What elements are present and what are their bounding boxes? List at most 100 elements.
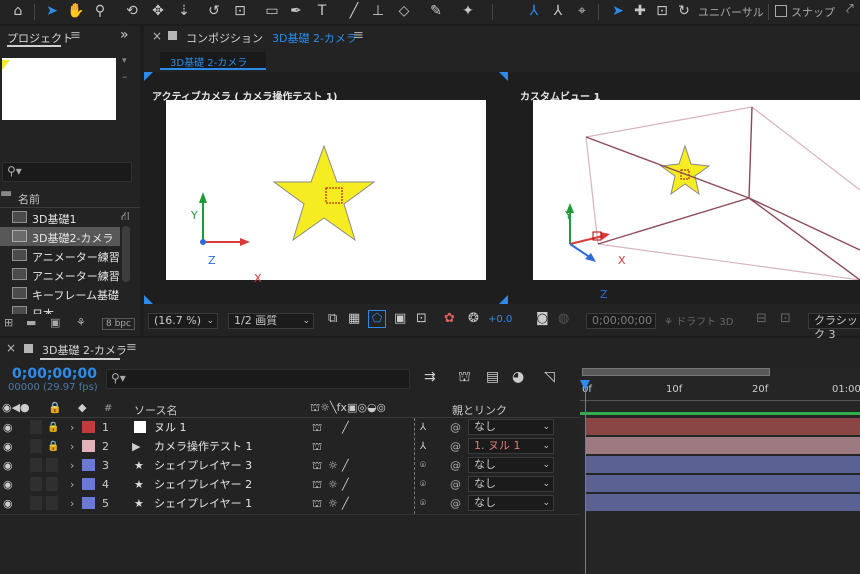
- expand-chevron-icon[interactable]: ›: [70, 418, 74, 437]
- expand-chevron-icon[interactable]: ›: [70, 475, 74, 494]
- label-color[interactable]: [82, 459, 95, 471]
- extended-viewer-icon[interactable]: ⊟: [756, 311, 767, 326]
- column-name[interactable]: 名前: [18, 191, 40, 207]
- solo-box[interactable]: [30, 420, 42, 434]
- project-item[interactable]: アニメーター練習: [0, 246, 140, 265]
- rotate-tool-icon[interactable]: ↺: [204, 2, 224, 20]
- comp-sub-tab[interactable]: 3D基礎 2-カメラ: [160, 52, 266, 70]
- project-search-input[interactable]: ⚲▾: [2, 162, 132, 182]
- scale-mode-icon[interactable]: ⊡: [652, 2, 672, 20]
- label-color[interactable]: [82, 440, 95, 452]
- selection-tool-icon[interactable]: ➤: [42, 2, 62, 20]
- panel-menu-icon[interactable]: ≡: [353, 28, 364, 43]
- composition-mini-flowchart-icon[interactable]: ⇉: [424, 369, 436, 385]
- shy-icon[interactable]: ⛫: [312, 475, 322, 494]
- project-panel-title[interactable]: プロジェクト: [7, 30, 73, 46]
- lock-icon[interactable]: 🔒: [47, 437, 59, 456]
- selection-mode-icon[interactable]: ➤: [608, 2, 628, 20]
- 3d-layer-icon[interactable]: ⅄: [420, 437, 426, 456]
- playhead-line[interactable]: [585, 388, 586, 574]
- draft-3d-toggle[interactable]: ⚘ ドラフト 3D: [664, 313, 733, 328]
- layer-name[interactable]: ヌル 1: [154, 418, 187, 437]
- world-axis-icon[interactable]: ⅄: [548, 2, 568, 20]
- timeline-timecode[interactable]: 0;00;00;00: [12, 366, 97, 382]
- quality-switch-icon[interactable]: ╱: [342, 418, 349, 437]
- time-ruler[interactable]: 0f 10f 20f 01:00f: [582, 378, 860, 400]
- lock-box[interactable]: [46, 496, 58, 510]
- project-scrollbar[interactable]: [122, 226, 130, 282]
- 3d-layer-icon[interactable]: ⌾: [420, 494, 426, 513]
- pick-whip-icon[interactable]: @: [450, 418, 461, 437]
- hand-tool-icon[interactable]: ✋: [66, 2, 86, 20]
- rectangle-tool-icon[interactable]: ▭: [262, 2, 282, 20]
- move-mode-icon[interactable]: ✚: [630, 2, 650, 20]
- resolution-dropdown[interactable]: 1/2 画質 ⌄: [228, 313, 314, 329]
- layer-row[interactable]: ◉ › 3 ★ シェイプレイヤー 3 ⛫ ☼ ╱ ⌾ @ なし ⌄: [0, 456, 580, 475]
- lock-icon[interactable]: 🔒: [47, 418, 59, 437]
- timeline-track-area[interactable]: 0f 10f 20f 01:00f: [580, 368, 860, 574]
- playhead-handle[interactable]: [580, 380, 590, 390]
- label-color[interactable]: [82, 497, 95, 509]
- parent-dropdown[interactable]: なし ⌄: [468, 457, 554, 473]
- label-color[interactable]: [82, 421, 95, 433]
- thumbnail-dropdown-icon[interactable]: ▾: [122, 56, 127, 66]
- bit-depth-button[interactable]: 8 bpc: [102, 318, 135, 330]
- pan-camera-icon[interactable]: ✥: [148, 2, 168, 20]
- home-icon[interactable]: ⌂: [8, 2, 28, 20]
- puppet-tool-icon[interactable]: ✦: [458, 2, 478, 20]
- view-axis-icon[interactable]: ⌖: [572, 2, 592, 20]
- expand-panels-icon[interactable]: »: [120, 27, 129, 43]
- hide-shy-layers-icon[interactable]: ▤: [486, 369, 499, 385]
- solo-box[interactable]: [30, 458, 42, 472]
- transparency-grid-icon[interactable]: ▦: [348, 311, 360, 326]
- 3d-layer-icon[interactable]: ⌾: [420, 475, 426, 494]
- reset-exposure-icon[interactable]: ❂: [468, 311, 479, 326]
- graph-editor-icon[interactable]: ◹: [544, 369, 555, 385]
- collapse-icon[interactable]: ☼: [328, 475, 338, 494]
- panel-comp-name[interactable]: 3D基礎 2-カメラ: [272, 30, 357, 46]
- project-item[interactable]: アニメーター練習: [0, 265, 140, 284]
- eye-icon[interactable]: ◉: [3, 437, 13, 456]
- lock-box[interactable]: [46, 477, 58, 491]
- layer-name[interactable]: シェイプレイヤー 1: [154, 494, 252, 513]
- column-parent[interactable]: 親とリンク: [452, 402, 507, 418]
- region-of-interest-icon[interactable]: ▣: [394, 311, 406, 326]
- panel-menu-icon[interactable]: ≡: [70, 28, 81, 43]
- magnification-dropdown[interactable]: (16.7 %) ⌄: [148, 313, 218, 329]
- active-camera-view[interactable]: [166, 100, 486, 280]
- label-color[interactable]: [82, 478, 95, 490]
- snap-options-icon[interactable]: ⤤: [846, 1, 854, 17]
- lock-box[interactable]: [46, 458, 58, 472]
- shy-icon[interactable]: ⛫: [312, 437, 322, 456]
- layer-duration-bar[interactable]: [586, 494, 860, 511]
- flowchart-icon[interactable]: ⛙: [121, 209, 129, 225]
- shy-icon[interactable]: ⛫: [312, 456, 322, 475]
- type-tool-icon[interactable]: T: [312, 2, 332, 20]
- eye-icon[interactable]: ◉: [3, 494, 13, 513]
- layer-row[interactable]: ◉ 🔒 › 2 ▶ カメラ操作テスト 1 ⛫ ⅄ @ 1. ヌル 1 ⌄: [0, 437, 580, 456]
- roto-brush-tool-icon[interactable]: ✎: [426, 2, 446, 20]
- layer-name[interactable]: シェイプレイヤー 2: [154, 475, 252, 494]
- project-item[interactable]: 3D基礎1 ⛙: [0, 208, 140, 227]
- work-area-bar[interactable]: [582, 368, 770, 376]
- exposure-value[interactable]: +0.0: [488, 314, 512, 325]
- collapse-icon[interactable]: ☼: [328, 456, 338, 475]
- layer-duration-bar[interactable]: [586, 456, 860, 473]
- orbit-camera-icon[interactable]: ⟲: [122, 2, 142, 20]
- eraser-tool-icon[interactable]: ◇: [394, 2, 414, 20]
- new-composition-icon[interactable]: ▣: [50, 316, 60, 329]
- layer-name[interactable]: シェイプレイヤー 3: [154, 456, 252, 475]
- solo-box[interactable]: [30, 439, 42, 453]
- renderer-dropdown[interactable]: クラシック 3: [808, 313, 860, 341]
- pick-whip-icon[interactable]: @: [450, 475, 461, 494]
- clone-stamp-tool-icon[interactable]: ⊥: [368, 2, 388, 20]
- lock-panel-icon[interactable]: [168, 31, 177, 40]
- project-settings-icon[interactable]: ⚘: [76, 316, 86, 329]
- layer-duration-bar[interactable]: [586, 418, 860, 435]
- brush-tool-icon[interactable]: ╱: [344, 2, 364, 20]
- local-axis-icon[interactable]: ⅄: [524, 2, 544, 20]
- shy-icon[interactable]: ⛫: [312, 494, 322, 513]
- pick-whip-icon[interactable]: @: [450, 437, 461, 456]
- anchor-point-tool-icon[interactable]: ⊡: [230, 2, 250, 20]
- expand-chevron-icon[interactable]: ›: [70, 456, 74, 475]
